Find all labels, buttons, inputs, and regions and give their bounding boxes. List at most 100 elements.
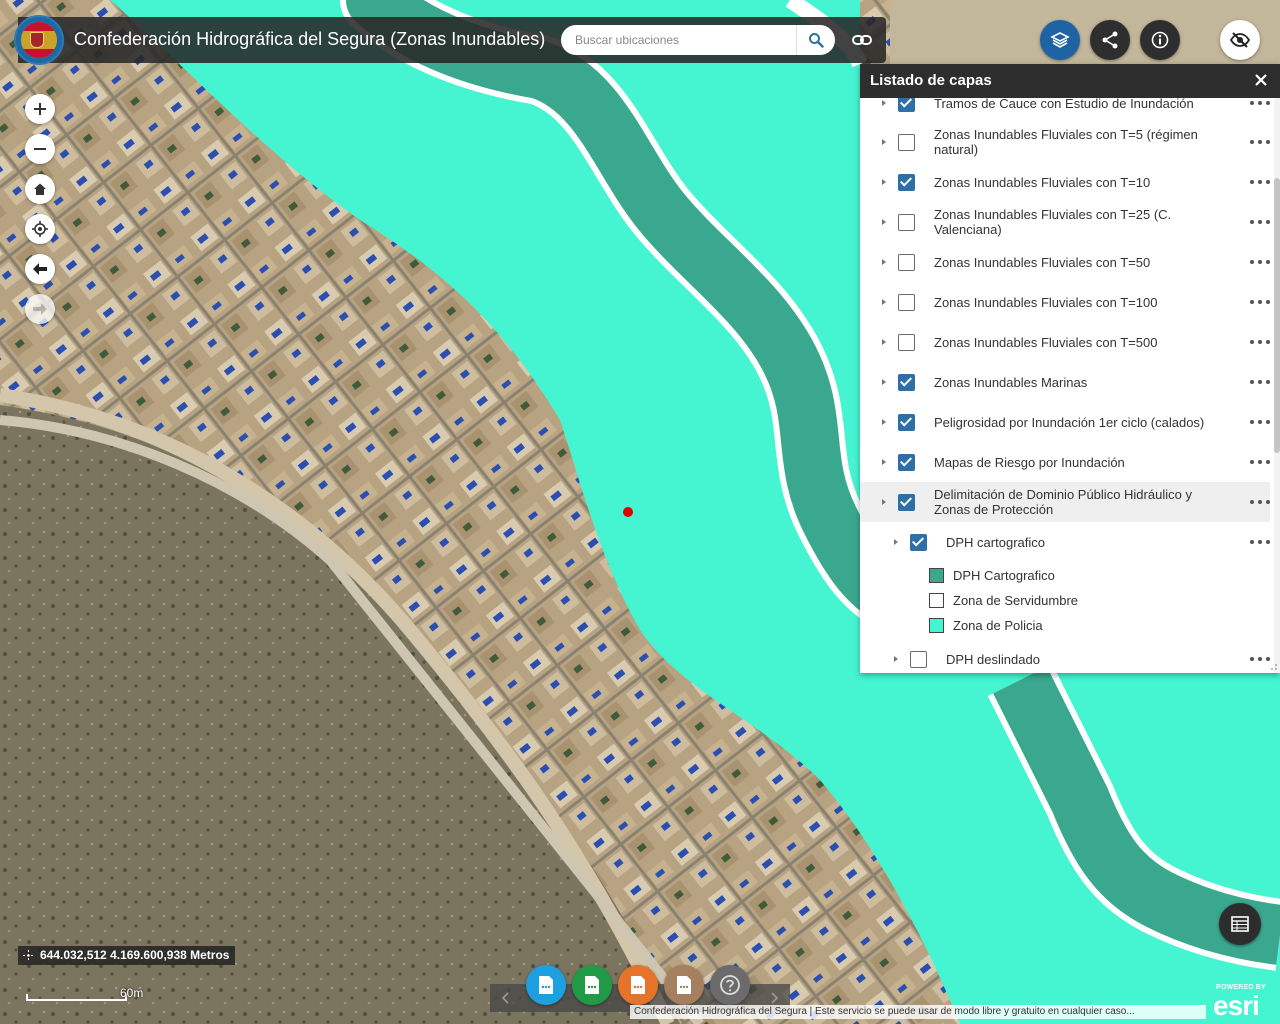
expand-caret-icon[interactable]: [882, 138, 886, 145]
next-extent-button[interactable]: [25, 294, 55, 324]
dock-widget-blue[interactable]: [526, 965, 566, 1005]
expand-caret-icon[interactable]: [882, 258, 886, 265]
layer-visibility-checkbox[interactable]: [898, 373, 915, 391]
layers-icon: [1050, 32, 1070, 48]
layer-options-icon[interactable]: [1250, 295, 1270, 309]
layer-options-icon[interactable]: [1250, 415, 1270, 429]
layer-row[interactable]: Zonas Inundables Fluviales con T=500: [860, 324, 1270, 360]
layer-label: Zonas Inundables Fluviales con T=100: [934, 294, 1158, 310]
layer-label: Zonas Inundables Fluviales con T=5 (régi…: [934, 127, 1198, 157]
expand-caret-icon[interactable]: [894, 538, 898, 545]
back-icon: [33, 263, 47, 275]
map-attribution[interactable]: Confederación Hidrográfica del Segura | …: [630, 1005, 1206, 1019]
layer-visibility-checkbox[interactable]: [898, 173, 915, 191]
panel-scrollbar-thumb[interactable]: [1274, 178, 1280, 453]
panel-scrollbar[interactable]: [1274, 98, 1280, 673]
layer-label: Zonas Inundables Fluviales con T=25 (C. …: [934, 207, 1172, 237]
expand-caret-icon[interactable]: [882, 458, 886, 465]
expand-caret-icon[interactable]: [882, 338, 886, 345]
attribute-table-button[interactable]: [1219, 903, 1261, 945]
layer-row[interactable]: Zonas Inundables Fluviales con T=10: [860, 164, 1270, 200]
layer-visibility-checkbox[interactable]: [898, 333, 915, 351]
dock-previous-button[interactable]: [492, 984, 518, 1012]
layer-visibility-checkbox[interactable]: [898, 413, 915, 431]
layer-options-icon[interactable]: [1250, 455, 1270, 469]
layer-options-icon[interactable]: [1250, 495, 1270, 509]
link-icon: [852, 35, 872, 45]
expand-caret-icon[interactable]: [882, 498, 886, 505]
layer-row[interactable]: Zonas Inundables Marinas: [860, 364, 1270, 400]
layer-options-icon[interactable]: [1250, 135, 1270, 149]
resize-grip-icon[interactable]: [1270, 663, 1278, 671]
layer-options-icon[interactable]: [1250, 255, 1270, 269]
zoom-out-button[interactable]: [25, 134, 55, 164]
link-button[interactable]: [850, 28, 874, 52]
layer-row[interactable]: DPH deslindado: [860, 645, 1270, 673]
layer-label: Mapas de Riesgo por Inundación: [934, 454, 1125, 470]
share-icon: [1102, 31, 1118, 49]
layer-row[interactable]: Zonas Inundables Fluviales con T=100: [860, 284, 1270, 320]
layer-visibility-checkbox[interactable]: [898, 253, 915, 271]
expand-caret-icon[interactable]: [894, 655, 898, 662]
layer-visibility-checkbox[interactable]: [898, 493, 915, 511]
layer-row[interactable]: Delimitación de Dominio Público Hidráuli…: [860, 482, 1270, 522]
panel-close-button[interactable]: [1252, 71, 1270, 89]
layer-options-icon[interactable]: [1250, 335, 1270, 349]
layer-visibility-checkbox[interactable]: [898, 98, 915, 112]
layer-row[interactable]: Zonas Inundables Fluviales con T=25 (C. …: [860, 203, 1270, 241]
layer-visibility-checkbox[interactable]: [898, 453, 915, 471]
info-button[interactable]: [1140, 20, 1180, 60]
layer-row[interactable]: Zonas Inundables Fluviales con T=5 (régi…: [860, 123, 1270, 161]
search-input[interactable]: [575, 31, 785, 49]
dock-widget-green[interactable]: [572, 965, 612, 1005]
search-button[interactable]: [796, 25, 835, 55]
layer-options-icon[interactable]: [1250, 535, 1270, 549]
layer-visibility-checkbox[interactable]: [910, 533, 927, 551]
previous-extent-button[interactable]: [25, 254, 55, 284]
dock-help-button[interactable]: [710, 965, 750, 1005]
layer-options-icon[interactable]: [1250, 652, 1270, 666]
expand-caret-icon[interactable]: [882, 99, 886, 106]
expand-caret-icon[interactable]: [882, 378, 886, 385]
layer-visibility-checkbox[interactable]: [898, 293, 915, 311]
layer-row[interactable]: Peligrosidad por Inundación 1er ciclo (c…: [860, 404, 1270, 440]
share-button[interactable]: [1090, 20, 1130, 60]
layer-label: Peligrosidad por Inundación 1er ciclo (c…: [934, 414, 1205, 430]
layer-options-icon[interactable]: [1250, 375, 1270, 389]
search-box[interactable]: [561, 25, 835, 55]
home-button[interactable]: [25, 174, 55, 204]
layer-list[interactable]: Tramos de Cauce con Estudio de Inundació…: [860, 98, 1280, 673]
zoom-in-button[interactable]: [25, 94, 55, 124]
zoom-in-icon: [34, 103, 46, 115]
layer-row[interactable]: DPH cartografico: [860, 524, 1270, 560]
crosshair-icon: [23, 950, 34, 961]
expand-caret-icon[interactable]: [882, 298, 886, 305]
expand-caret-icon[interactable]: [882, 418, 886, 425]
app-header: Confederación Hidrográfica del Segura (Z…: [14, 15, 886, 65]
coordinate-readout[interactable]: 644.032,512 4.169.600,938 Metros: [18, 946, 236, 965]
layer-options-icon[interactable]: [1250, 98, 1270, 110]
locate-button[interactable]: [25, 214, 55, 244]
dock-widget-orange[interactable]: [618, 965, 658, 1005]
layer-visibility-checkbox[interactable]: [898, 133, 915, 151]
layer-label: Zonas Inundables Fluviales con T=500: [934, 334, 1158, 350]
forward-icon: [33, 303, 47, 315]
legend-label: Zona de Servidumbre: [953, 592, 1079, 608]
search-icon: [809, 33, 824, 48]
layer-row[interactable]: Zonas Inundables Fluviales con T=50: [860, 244, 1270, 280]
layer-label: Zonas Inundables Marinas: [934, 374, 1088, 390]
layer-options-icon[interactable]: [1250, 175, 1270, 189]
visibility-toggle-button[interactable]: [1220, 20, 1260, 60]
layer-label: Zonas Inundables Fluviales con T=10: [934, 174, 1151, 190]
layer-visibility-checkbox[interactable]: [910, 650, 927, 668]
expand-caret-icon[interactable]: [882, 218, 886, 225]
help-icon: [720, 975, 740, 995]
layer-options-icon[interactable]: [1250, 215, 1270, 229]
dock-widget-brown[interactable]: [664, 965, 704, 1005]
layer-visibility-checkbox[interactable]: [898, 213, 915, 231]
expand-caret-icon[interactable]: [882, 178, 886, 185]
layer-row[interactable]: Tramos de Cauce con Estudio de Inundació…: [860, 98, 1270, 114]
scale-label: 60m: [120, 986, 144, 1000]
layer-row[interactable]: Mapas de Riesgo por Inundación: [860, 444, 1270, 480]
layers-button[interactable]: [1040, 20, 1080, 60]
